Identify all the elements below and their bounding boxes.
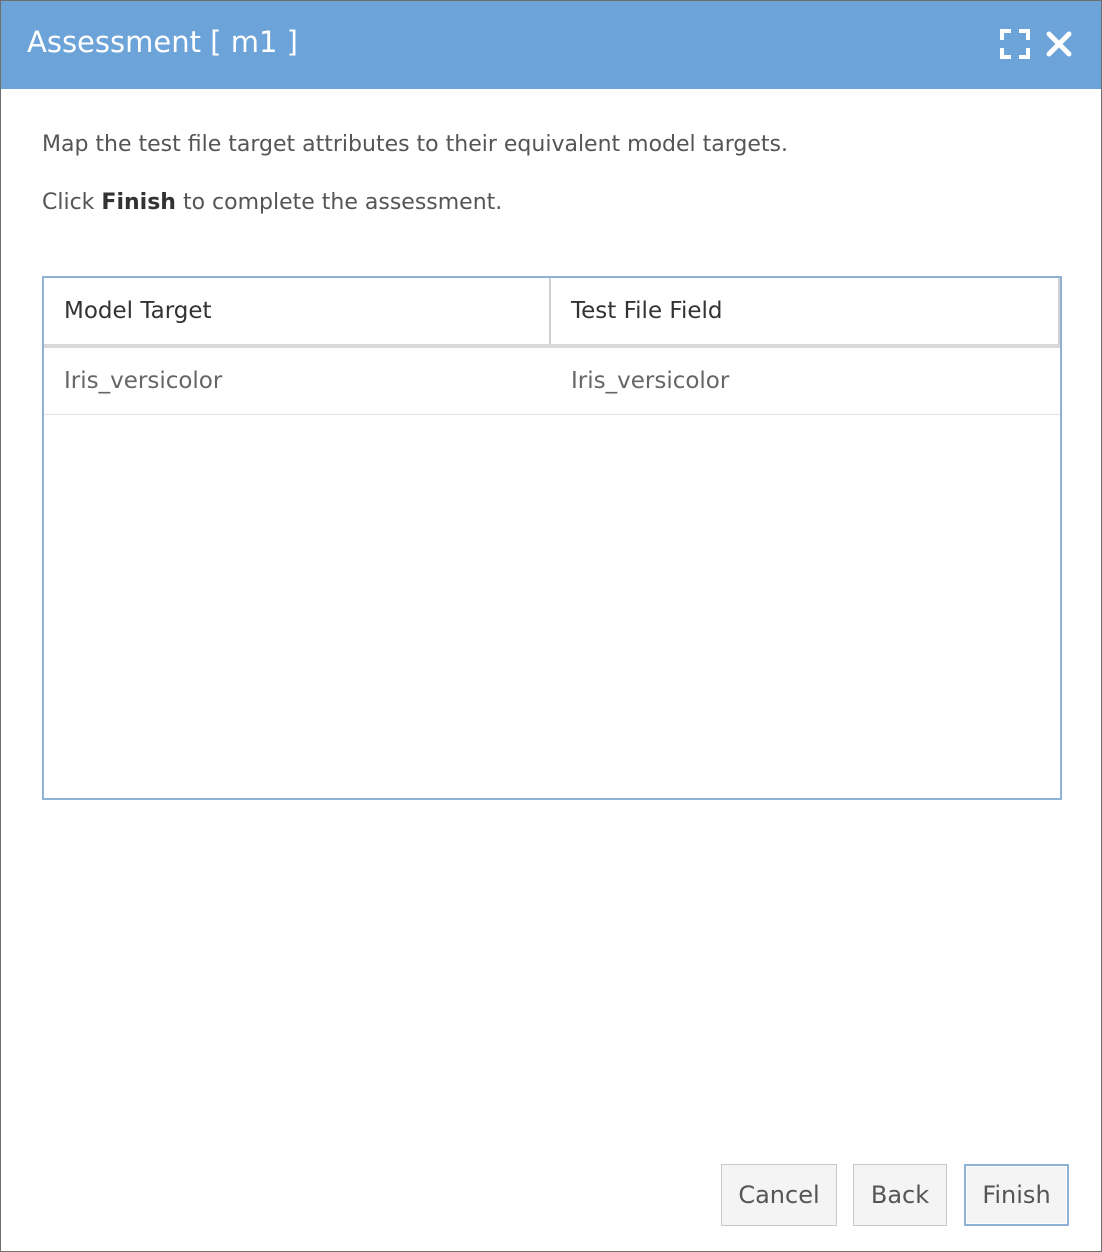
- column-header-test-file-field[interactable]: Test File Field: [551, 278, 1060, 344]
- cell-test-file-field[interactable]: Iris_versicolor: [551, 348, 729, 414]
- dialog-titlebar: Assessment [ m1 ]: [1, 1, 1101, 89]
- finish-button[interactable]: Finish: [964, 1164, 1069, 1226]
- maximize-button[interactable]: [999, 28, 1031, 60]
- grid-header: Model Target Test File Field: [44, 278, 1060, 348]
- maximize-icon: [1000, 29, 1030, 59]
- finish-hint-suffix: to complete the assessment.: [175, 190, 503, 215]
- finish-hint-bold: Finish: [101, 190, 176, 215]
- close-icon: [1046, 31, 1072, 57]
- table-row[interactable]: Iris_versicolor Iris_versicolor: [44, 348, 1060, 415]
- assessment-dialog: Assessment [ m1 ] Map the test file targ…: [0, 0, 1102, 1252]
- cancel-button[interactable]: Cancel: [721, 1164, 837, 1226]
- finish-hint-text: Click Finish to complete the assessment.: [42, 190, 502, 215]
- instruction-text: Map the test file target attributes to t…: [42, 132, 789, 157]
- finish-hint-prefix: Click: [42, 190, 102, 215]
- target-mapping-grid: Model Target Test File Field Iris_versic…: [42, 276, 1062, 800]
- dialog-title: Assessment [ m1 ]: [27, 25, 298, 59]
- column-header-model-target[interactable]: Model Target: [44, 278, 551, 344]
- cell-model-target[interactable]: Iris_versicolor: [44, 348, 222, 414]
- back-button[interactable]: Back: [853, 1164, 947, 1226]
- close-button[interactable]: [1044, 29, 1074, 59]
